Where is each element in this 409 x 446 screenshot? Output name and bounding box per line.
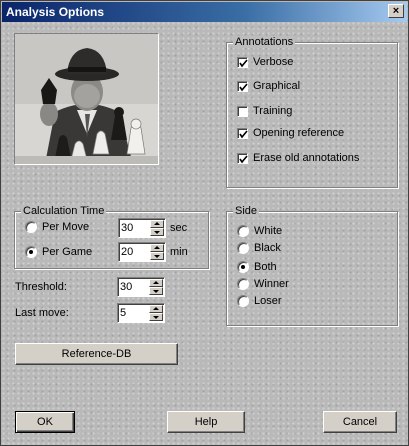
calculation-time-group: Calculation Time Per Move Per Game sec m… (14, 205, 209, 269)
per-move-down-icon[interactable] (150, 228, 164, 236)
calculation-time-legend: Calculation Time (21, 205, 107, 217)
threshold-label: Threshold: (15, 281, 67, 293)
last-move-label: Last move: (15, 307, 69, 319)
per-move-label: Per Move (42, 221, 90, 233)
side-loser-radio-icon[interactable] (237, 295, 249, 307)
verbose-checkbox[interactable]: Verbose (237, 56, 293, 68)
last-move-stepper[interactable] (117, 303, 165, 323)
side-both-label: Both (254, 261, 277, 273)
threshold-stepper[interactable] (117, 277, 165, 297)
cancel-button[interactable]: Cancel (323, 411, 397, 433)
threshold-down-icon[interactable] (149, 287, 163, 295)
last-move-down-icon[interactable] (149, 313, 163, 321)
per-move-stepper[interactable] (118, 218, 166, 238)
training-label: Training (253, 105, 293, 117)
threshold-up-icon[interactable] (149, 279, 163, 287)
side-both-radio-icon[interactable] (237, 261, 249, 273)
graphical-check-icon[interactable] (237, 80, 248, 92)
analysis-options-dialog: Analysis Options × Annotations Verbose G… (0, 0, 409, 446)
last-move-up-icon[interactable] (149, 305, 163, 313)
per-move-input[interactable] (121, 221, 149, 235)
help-button[interactable]: Help (167, 411, 245, 433)
chess-player-photo (14, 33, 159, 165)
erase-old-annotations-checkbox[interactable]: Erase old annotations (237, 152, 359, 164)
reference-db-button[interactable]: Reference-DB (15, 343, 178, 365)
side-loser-radio[interactable]: Loser (237, 295, 282, 307)
annotations-legend: Annotations (233, 36, 296, 48)
training-check-icon[interactable] (237, 105, 248, 117)
side-black-label: Black (254, 242, 281, 254)
opening-reference-check-icon[interactable] (237, 127, 248, 139)
graphical-checkbox[interactable]: Graphical (237, 80, 300, 92)
erase-old-annotations-check-icon[interactable] (237, 152, 248, 164)
side-winner-radio[interactable]: Winner (237, 278, 289, 290)
chess-player-photo-icon (15, 34, 158, 164)
side-white-radio-icon[interactable] (237, 225, 249, 237)
last-move-input[interactable] (120, 306, 148, 320)
side-winner-label: Winner (254, 278, 289, 290)
graphical-label: Graphical (253, 80, 301, 92)
per-game-input[interactable] (121, 245, 149, 259)
opening-reference-label: Opening reference (253, 127, 345, 139)
annotations-group: Annotations Verbose Graphical Training O… (226, 36, 398, 188)
per-game-radio[interactable]: Per Game (25, 246, 92, 258)
verbose-label: Verbose (253, 56, 294, 68)
side-winner-radio-icon[interactable] (237, 278, 249, 290)
training-checkbox[interactable]: Training (237, 105, 292, 117)
window-title: Analysis Options (6, 5, 105, 19)
per-move-up-icon[interactable] (150, 220, 164, 228)
erase-old-annotations-label: Erase old annotations (253, 152, 360, 164)
close-button[interactable]: × (388, 4, 404, 18)
per-game-unit: min (170, 246, 188, 258)
side-white-label: White (254, 225, 283, 237)
side-both-radio[interactable]: Both (237, 261, 277, 273)
side-black-radio[interactable]: Black (237, 242, 281, 254)
side-white-radio[interactable]: White (237, 225, 282, 237)
per-move-radio-icon[interactable] (25, 221, 37, 233)
per-move-radio[interactable]: Per Move (25, 221, 89, 233)
per-move-unit: sec (170, 222, 188, 234)
side-legend: Side (233, 205, 260, 217)
title-bar[interactable]: Analysis Options × (2, 2, 407, 22)
side-black-radio-icon[interactable] (237, 242, 249, 254)
per-game-label: Per Game (42, 246, 93, 258)
verbose-check-icon[interactable] (237, 56, 248, 68)
threshold-input[interactable] (120, 280, 148, 294)
per-game-up-icon[interactable] (150, 244, 164, 252)
per-game-stepper[interactable] (118, 242, 166, 262)
side-loser-label: Loser (254, 295, 282, 307)
opening-reference-checkbox[interactable]: Opening reference (237, 127, 344, 139)
side-group: Side White Black Both Winner Loser (226, 205, 398, 326)
per-game-radio-icon[interactable] (25, 246, 37, 258)
ok-button[interactable]: OK (15, 411, 75, 433)
per-game-down-icon[interactable] (150, 252, 164, 260)
